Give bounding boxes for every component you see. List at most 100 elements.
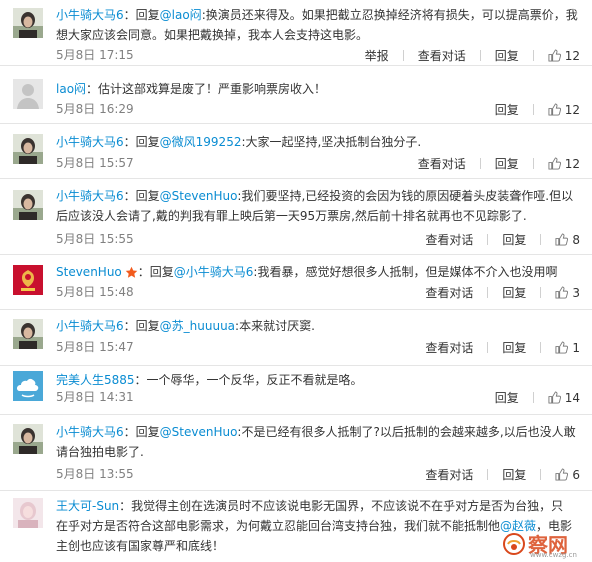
view-conversation-button[interactable]: 查看对话 <box>425 467 473 483</box>
like-count: 12 <box>564 48 580 63</box>
comment-item: 小牛骑大马6：回复@StevenHuo:我们要坚持,已经投资的会因为钱的原因硬着… <box>0 180 592 255</box>
watermark-subtext: www.cwzg.cn <box>530 551 577 559</box>
comment-text: 小牛骑大马6：回复@StevenHuo:不是已经有很多人抵制了?以后抵制的会越来… <box>56 422 578 462</box>
like-count: 12 <box>564 156 580 171</box>
thumbs-up-icon <box>548 391 561 404</box>
divider <box>487 287 489 298</box>
divider <box>532 392 534 403</box>
mention-link[interactable]: @lao闷 <box>160 8 202 22</box>
avatar[interactable] <box>13 371 43 401</box>
reply-button[interactable]: 回复 <box>502 340 526 356</box>
text-seg: ：回复 <box>123 135 160 149</box>
text-seg: ：回复 <box>123 189 160 203</box>
reply-button[interactable]: 回复 <box>495 156 519 172</box>
comment-item: 小牛骑大马6：回复@微风199252:大家一起坚持,坚决抵制台独分子. 5月8日… <box>0 125 592 179</box>
divider <box>532 158 534 169</box>
user-name-link[interactable]: 小牛骑大马6 <box>56 135 124 149</box>
like-count: 3 <box>572 285 580 300</box>
user-name-link[interactable]: 小牛骑大马6 <box>56 425 124 439</box>
avatar[interactable] <box>13 79 43 109</box>
like-button[interactable]: 3 <box>555 284 580 301</box>
thumbs-up-icon <box>548 157 561 170</box>
site-watermark: 察网 www.cwzg.cn <box>502 530 588 560</box>
avatar[interactable] <box>13 319 43 349</box>
comment-item: 小牛骑大马6：回复@StevenHuo:不是已经有很多人抵制了?以后抵制的会越来… <box>0 416 592 491</box>
mention-link[interactable]: @微风199252 <box>160 135 242 149</box>
thumbs-up-icon <box>548 103 561 116</box>
text-seg: ：回复 <box>123 425 160 439</box>
comment-text: 完美人生5885：一个辱华，一个反华，反正不看就是咯。 <box>56 370 578 390</box>
comment-text: 小牛骑大马6：回复@微风199252:大家一起坚持,坚决抵制台独分子. <box>56 132 578 152</box>
like-count: 6 <box>572 467 580 482</box>
like-button[interactable]: 8 <box>555 231 580 248</box>
reply-button[interactable]: 回复 <box>495 48 519 64</box>
mention-link[interactable]: @苏_huuuua <box>160 319 235 333</box>
like-button[interactable]: 12 <box>548 47 580 64</box>
view-conversation-button[interactable]: 查看对话 <box>425 232 473 248</box>
like-count: 12 <box>564 102 580 117</box>
user-name-link[interactable]: 小牛骑大马6 <box>56 319 124 333</box>
like-button[interactable]: 6 <box>555 466 580 483</box>
view-conversation-button[interactable]: 查看对话 <box>418 156 466 172</box>
avatar[interactable] <box>13 8 43 38</box>
divider <box>540 234 542 245</box>
reply-button[interactable]: 回复 <box>502 467 526 483</box>
text-seg: ：回复 <box>137 265 174 279</box>
view-conversation-button[interactable]: 查看对话 <box>425 285 473 301</box>
user-name-link[interactable]: 王大可-Sun <box>56 499 119 513</box>
star-badge-icon[interactable] <box>125 266 138 279</box>
divider <box>540 469 542 480</box>
divider <box>487 234 489 245</box>
comment-text: 小牛骑大马6：回复@StevenHuo:我们要坚持,已经投资的会因为钱的原因硬着… <box>56 186 578 226</box>
view-conversation-button[interactable]: 查看对话 <box>425 340 473 356</box>
avatar[interactable] <box>13 190 43 220</box>
mention-link[interactable]: @StevenHuo <box>160 189 238 203</box>
reply-button[interactable]: 回复 <box>495 102 519 118</box>
reply-button[interactable]: 回复 <box>502 285 526 301</box>
avatar[interactable] <box>13 265 43 295</box>
comment-text: lao闷：估计这部戏算是废了！严重影响票房收入！ <box>56 79 578 99</box>
text-seg: ：回复 <box>123 8 160 22</box>
text-seg: :我看暴，感觉好想很多人抵制，但是媒体不介入也没用啊 <box>253 265 558 279</box>
comment-text: 王大可-Sun：我觉得主创在选演员时不应该说电影无国界，不应该说不在乎对方是否为… <box>56 496 574 556</box>
like-button[interactable]: 14 <box>548 389 580 406</box>
like-button[interactable]: 1 <box>555 339 580 356</box>
timestamp: 5月8日 15:48 <box>56 285 134 299</box>
comment-text: StevenHuo ：回复@小牛骑大马6:我看暴，感觉好想很多人抵制，但是媒体不介… <box>56 262 578 282</box>
text-seg: :大家一起坚持,坚决抵制台独分子. <box>241 135 422 149</box>
comment-item: 小牛骑大马6：回复@lao闷:换演员还来得及。如果把截立忍换掉经济将有损失，可以… <box>0 0 592 66</box>
thumbs-up-icon <box>548 49 561 62</box>
like-count: 14 <box>564 390 580 405</box>
divider <box>532 50 534 61</box>
report-button[interactable]: 举报 <box>365 48 389 64</box>
text-seg: ：回复 <box>123 319 160 333</box>
timestamp: 5月8日 14:31 <box>56 390 134 404</box>
mention-link[interactable]: @StevenHuo <box>160 425 238 439</box>
timestamp: 5月8日 17:15 <box>56 48 134 62</box>
avatar[interactable] <box>13 498 43 528</box>
comment-item: StevenHuo ：回复@小牛骑大马6:我看暴，感觉好想很多人抵制，但是媒体不介… <box>0 256 592 310</box>
divider <box>540 342 542 353</box>
divider <box>487 342 489 353</box>
avatar[interactable] <box>13 134 43 164</box>
view-conversation-button[interactable]: 查看对话 <box>418 48 466 64</box>
user-name-link[interactable]: lao闷 <box>56 82 86 96</box>
thumbs-up-icon <box>555 341 569 354</box>
user-name-link[interactable]: 完美人生5885 <box>56 373 135 387</box>
user-name-link[interactable]: 小牛骑大马6 <box>56 189 124 203</box>
divider <box>487 469 489 480</box>
text-seg: :本来就讨厌窦. <box>235 319 315 333</box>
like-button[interactable]: 12 <box>548 155 580 172</box>
user-name-link[interactable]: StevenHuo <box>56 265 122 279</box>
avatar[interactable] <box>13 424 43 454</box>
like-button[interactable]: 12 <box>548 101 580 118</box>
comment-item: 小牛骑大马6：回复@苏_huuuua:本来就讨厌窦. 5月8日 15:47 查看… <box>0 311 592 366</box>
mention-link[interactable]: @小牛骑大马6 <box>174 265 254 279</box>
thumbs-up-icon <box>555 286 569 299</box>
divider <box>540 287 542 298</box>
reply-button[interactable]: 回复 <box>495 390 519 406</box>
reply-button[interactable]: 回复 <box>502 232 526 248</box>
text-seg: ：一个辱华，一个反华，反正不看就是咯。 <box>134 373 363 387</box>
comment-item: lao闷：估计这部戏算是废了！严重影响票房收入！ 5月8日 16:29 回复 12 <box>0 67 592 124</box>
user-name-link[interactable]: 小牛骑大马6 <box>56 8 124 22</box>
